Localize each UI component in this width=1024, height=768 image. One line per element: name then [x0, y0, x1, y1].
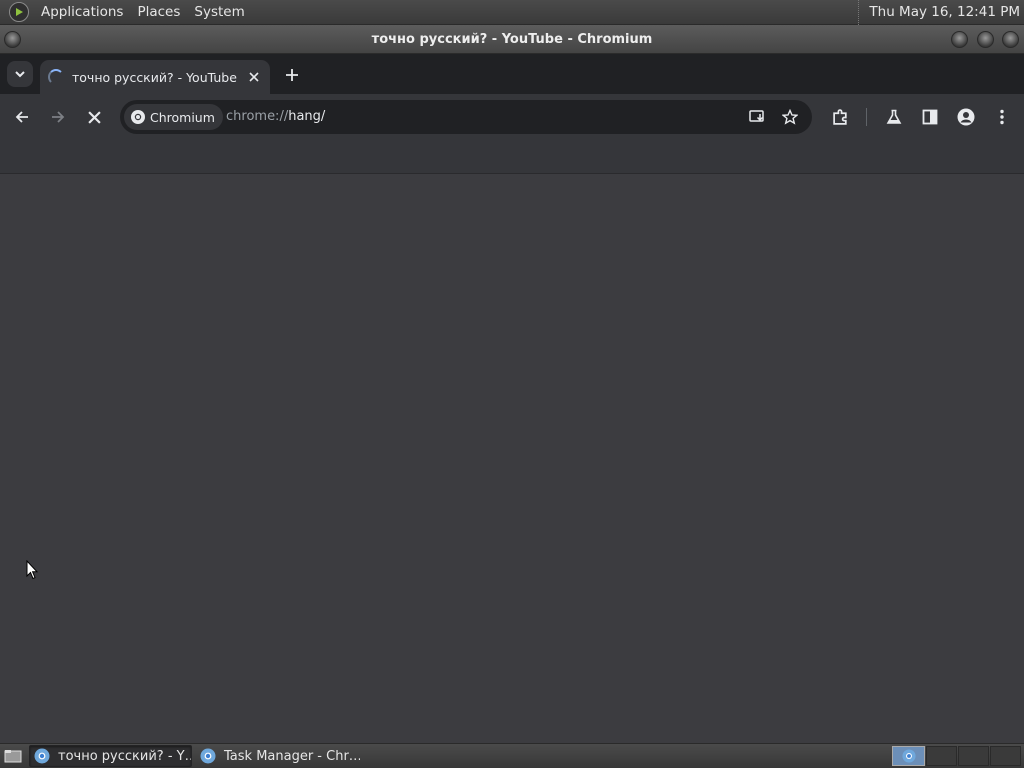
side-panel-button[interactable]: [918, 105, 942, 129]
side-panel-icon: [922, 109, 938, 125]
tab-strip: точно русский? - YouTube: [0, 54, 1024, 94]
site-info-chip[interactable]: Chromium: [124, 104, 223, 130]
bottom-panel: точно русский? - Y… Task Manager - Chr…: [0, 743, 1024, 768]
url-text[interactable]: chrome://hang/: [226, 100, 325, 134]
taskbar-item-label: точно русский? - Y…: [58, 748, 192, 764]
chromium-icon: [200, 748, 216, 764]
plus-icon: [286, 69, 298, 81]
system-menu[interactable]: System: [187, 4, 251, 20]
flask-icon: [886, 109, 902, 124]
workspace-1[interactable]: [892, 746, 925, 766]
workspace-2[interactable]: [926, 746, 957, 766]
url-host: hang/: [288, 109, 326, 124]
toolbar-separator: [866, 108, 867, 126]
star-icon: [782, 109, 798, 125]
site-info-label: Chromium: [150, 109, 215, 125]
address-bar[interactable]: Chromium chrome://hang/: [120, 100, 812, 134]
chromium-icon: [131, 110, 145, 124]
back-button[interactable]: [10, 105, 34, 129]
workspace-3[interactable]: [958, 746, 989, 766]
more-vert-icon: [1000, 109, 1004, 125]
maximize-button[interactable]: [977, 31, 994, 48]
profile-button[interactable]: [954, 105, 978, 129]
top-panel: Applications Places System Thu May 16, 1…: [0, 0, 1024, 25]
places-menu[interactable]: Places: [130, 4, 187, 20]
minimize-button[interactable]: [951, 31, 968, 48]
tab-title: точно русский? - YouTube: [72, 69, 237, 85]
window-title: точно русский? - YouTube - Chromium: [371, 31, 653, 47]
chromium-icon: [34, 748, 50, 764]
chromium-icon: [901, 749, 916, 763]
show-desktop-icon: [4, 750, 22, 763]
page-content[interactable]: [0, 174, 1024, 743]
tab-active[interactable]: точно русский? - YouTube: [40, 60, 270, 94]
window-menu-button[interactable]: [4, 31, 21, 48]
forward-button[interactable]: [46, 105, 70, 129]
window-close-button[interactable]: [1002, 31, 1019, 48]
bookmark-star-button[interactable]: [778, 105, 802, 129]
install-app-button[interactable]: [746, 105, 770, 129]
mouse-cursor-icon: [26, 560, 38, 580]
loading-spinner-icon: [48, 69, 64, 85]
applications-menu[interactable]: Applications: [34, 4, 130, 20]
install-app-icon: [749, 110, 764, 122]
taskbar-item-task-manager[interactable]: Task Manager - Chr…: [196, 745, 360, 767]
menu-logo-icon[interactable]: [9, 2, 29, 22]
extensions-icon: [832, 108, 847, 125]
labs-button[interactable]: [882, 105, 906, 129]
tab-search-button[interactable]: [7, 61, 33, 87]
bookmark-bar: [0, 140, 1024, 174]
browser-toolbar: Chromium chrome://hang/: [0, 94, 1024, 140]
tab-close-button[interactable]: [244, 67, 264, 87]
forward-arrow-icon: [52, 111, 65, 123]
close-icon: [249, 72, 259, 82]
extensions-button[interactable]: [828, 105, 852, 129]
stop-button[interactable]: [82, 105, 106, 129]
show-desktop-button[interactable]: [1, 745, 25, 767]
window-titlebar[interactable]: точно русский? - YouTube - Chromium: [0, 25, 1024, 54]
more-menu-button[interactable]: [990, 105, 1014, 129]
taskbar-item-label: Task Manager - Chr…: [224, 748, 360, 764]
back-arrow-icon: [15, 111, 28, 123]
workspace-4[interactable]: [990, 746, 1021, 766]
taskbar-item-youtube[interactable]: точно русский? - Y…: [29, 745, 192, 767]
profile-icon: [957, 108, 975, 126]
clock[interactable]: Thu May 16, 12:41 PM: [858, 0, 1020, 25]
new-tab-button[interactable]: [280, 64, 304, 86]
url-scheme: chrome://: [226, 109, 289, 124]
tab-search-icon: [15, 71, 25, 78]
stop-icon: [87, 110, 101, 124]
